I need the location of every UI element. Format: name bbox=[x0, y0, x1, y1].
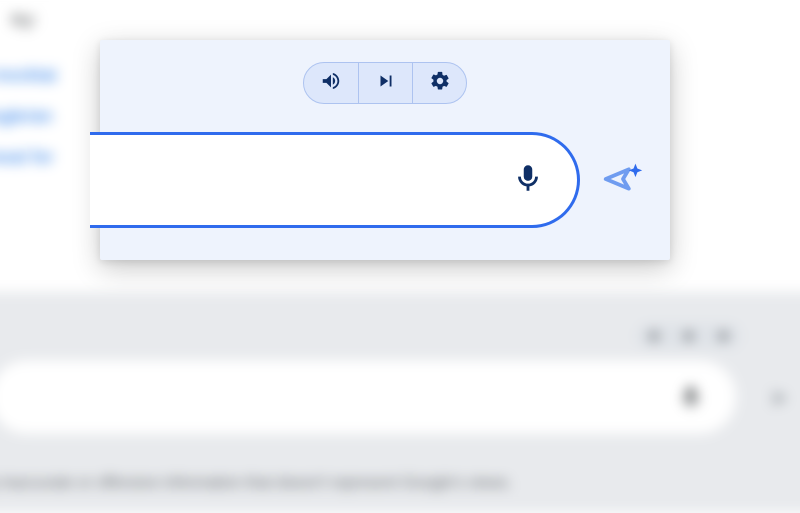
try-label: try: bbox=[12, 9, 38, 31]
bg-controls-pill bbox=[636, 324, 741, 349]
suggestion-link[interactable]: google/an bbox=[0, 105, 57, 127]
gear-icon bbox=[429, 70, 451, 97]
microphone-button[interactable] bbox=[511, 161, 545, 200]
bg-send-icon: ➤ bbox=[769, 384, 788, 411]
settings-button[interactable] bbox=[412, 63, 466, 103]
suggestion-link[interactable]: er mocktai bbox=[0, 64, 57, 86]
microphone-icon bbox=[511, 182, 545, 199]
skip-next-button[interactable] bbox=[358, 63, 412, 103]
bg-input-bar bbox=[0, 360, 736, 434]
volume-button[interactable] bbox=[304, 63, 358, 103]
skip-next-icon bbox=[375, 70, 397, 97]
volume-icon bbox=[320, 70, 342, 97]
send-button[interactable] bbox=[594, 152, 652, 210]
playback-controls bbox=[303, 62, 467, 104]
disclaimer-text: ay inaccurate or offensive information t… bbox=[0, 474, 800, 492]
suggestion-link[interactable]: n meal for bbox=[0, 146, 57, 168]
voice-input-card bbox=[100, 40, 670, 260]
voice-input-bar[interactable] bbox=[90, 132, 580, 228]
send-sparkle-icon bbox=[600, 156, 646, 207]
